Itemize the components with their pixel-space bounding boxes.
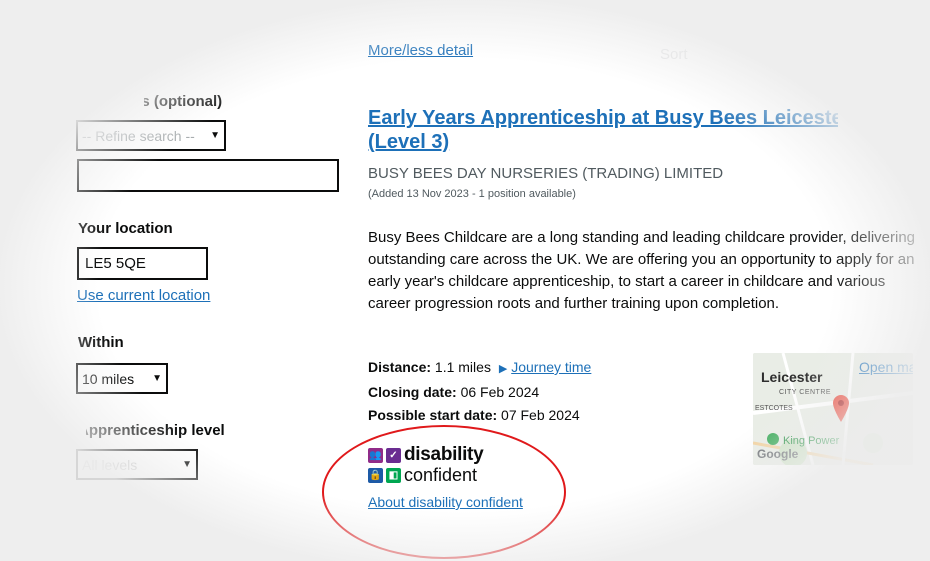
map-estcotes-label: ESTCOTES [755,405,793,412]
sort-label: Sort [660,46,688,63]
map-pin-icon [833,395,849,422]
journey-time-link[interactable]: Journey time [511,359,591,375]
start-date-row: Possible start date: 07 Feb 2024 [368,404,668,427]
map-city-centre-label: CITY CENTRE [779,389,832,396]
chevron-down-icon: ▼ [152,373,162,384]
listing-title-line2: (Level 3) [368,131,450,153]
listing-card: Early Years Apprenticeship at Busy Bees … [368,106,838,200]
chevron-down-icon: ▼ [210,130,220,141]
added-date: (Added 13 Nov 2023 - 1 position availabl… [368,188,576,200]
park-icon [767,433,779,445]
distance-label: Distance: [368,359,432,375]
listing-description: Busy Bees Childcare are a long standing … [368,229,916,312]
closing-date-row: Closing date: 06 Feb 2024 [368,381,668,404]
annotation-circle [322,425,566,559]
listing-meta: Distance: 1.1 miles ▶ Journey time Closi… [368,356,668,427]
closing-date-label: Closing date: [368,384,457,400]
refine-search-select[interactable]: -- Refine search -- ▼ [76,120,226,151]
more-less-detail-link[interactable]: More/less detail [368,42,473,59]
employer-name: BUSY BEES DAY NURSERIES (TRADING) LIMITE… [368,165,724,182]
level-value: All levels [82,456,138,473]
within-select[interactable]: 10 miles ▼ [76,363,168,394]
refine-search-value: -- Refine search -- [82,127,195,144]
listing-title-link[interactable]: Early Years Apprenticeship at Busy Bees … [368,106,838,154]
open-map-link[interactable]: Open map [859,359,913,375]
location-input[interactable]: LE5 5QE [77,247,208,280]
keyword-label: Keywords (optional) [78,93,223,110]
apprenticeship-level-label: Apprenticeship level [78,422,225,439]
distance-value: 1.1 miles [434,359,491,375]
keyword-input[interactable] [77,159,339,192]
start-date-value: 07 Feb 2024 [501,407,580,423]
start-date-label: Possible start date: [368,407,498,423]
chevron-down-icon: ▼ [182,459,192,470]
listing-title-line1: Early Years Apprenticeship at Busy Bees … [368,107,838,129]
location-label: Your location [78,220,173,237]
google-logo: Google [757,447,799,461]
map-thumbnail[interactable]: Leicester CITY CENTRE ESTCOTES King Powe… [753,353,913,465]
within-value: 10 miles [82,370,135,387]
within-label: Within [78,334,124,351]
closing-date-value: 06 Feb 2024 [460,384,540,400]
map-king-power-label: King Power [783,435,840,447]
level-select[interactable]: All levels ▼ [76,449,198,480]
use-current-location-link[interactable]: Use current location [77,287,210,304]
distance-row: Distance: 1.1 miles ▶ Journey time [368,356,668,381]
triangle-right-icon: ▶ [498,363,508,375]
map-city-label: Leicester [761,369,823,385]
